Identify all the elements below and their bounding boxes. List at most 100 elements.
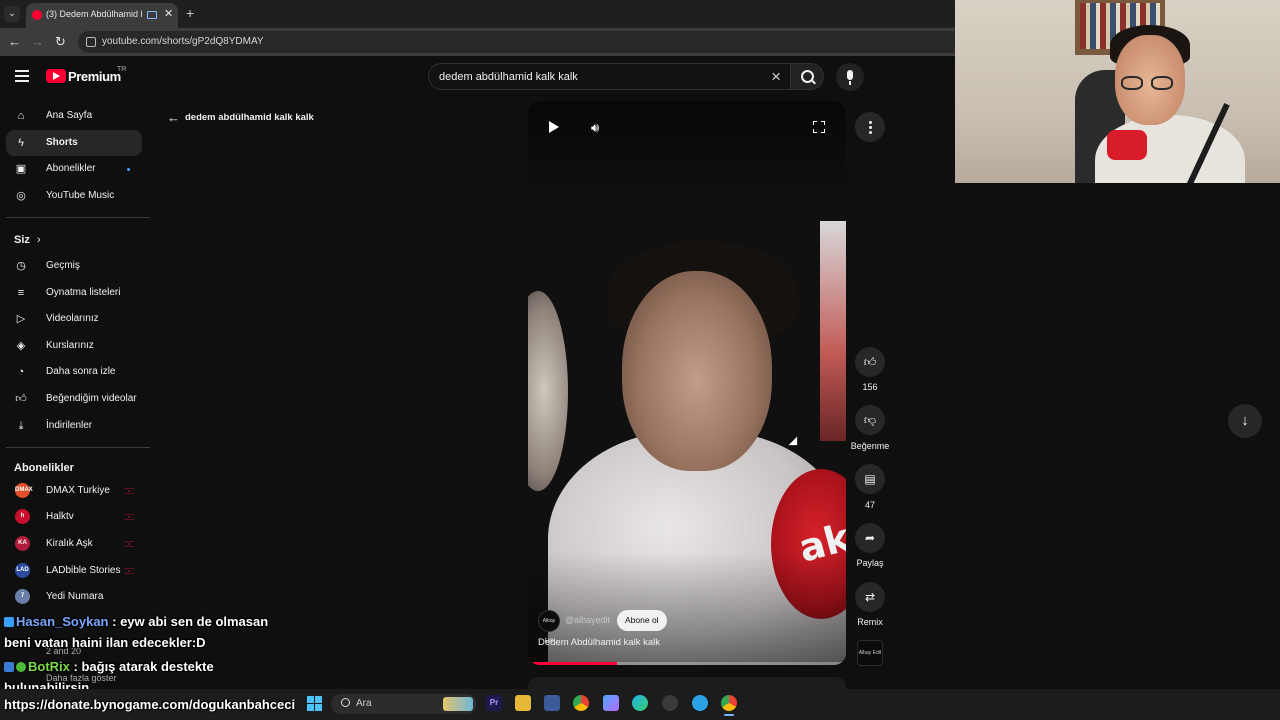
courses-icon: ◈ xyxy=(16,340,26,352)
next-video-arrow-icon[interactable]: ↓ xyxy=(1228,404,1262,438)
url-text: youtube.com/shorts/gP2dQ8YDMAY xyxy=(102,36,264,47)
sidebar-item-label: Yedi Numara xyxy=(46,591,104,602)
sidebar-item-subscription[interactable]: LAD LADbible Stories xyxy=(6,558,142,584)
dislike-button[interactable]: 👎︎ xyxy=(855,405,885,435)
sidebar-item-youtube-music[interactable]: ◎ YouTube Music xyxy=(6,183,142,209)
like-button[interactable]: 👍︎ xyxy=(855,347,885,377)
short-title[interactable]: Dedem Abdülhamid kalk kalk xyxy=(538,637,660,648)
youtube-logo-icon[interactable] xyxy=(46,69,66,83)
copilot-icon[interactable] xyxy=(603,695,619,711)
back-icon[interactable]: ← xyxy=(8,34,21,49)
sidebar-item-shorts[interactable]: ϟ Shorts xyxy=(6,130,142,156)
browser-tab[interactable]: (3) Dedem Abdülhamid kalk kalk ✕ xyxy=(26,3,178,28)
tab-media-icon[interactable] xyxy=(147,11,157,19)
sidebar-item-subscription[interactable]: KA Kiralık Aşk xyxy=(6,531,142,557)
voice-search-button[interactable] xyxy=(836,63,864,91)
search-input[interactable]: dedem abdülhamid kalk kalk × xyxy=(428,63,790,90)
downloads-icon: ⤓ xyxy=(18,420,24,432)
sidebar-item-label: Halktv xyxy=(46,511,74,522)
donate-url: https://donate.bynogame.com/dogukanbahce… xyxy=(4,697,296,712)
file-explorer-icon[interactable] xyxy=(515,695,531,711)
chrome-icon[interactable] xyxy=(573,695,589,711)
share-button[interactable]: ➦ xyxy=(855,523,885,553)
sidebar-item-downloads[interactable]: ⤓ İndirilenler xyxy=(6,413,142,439)
subscribe-button[interactable]: Abone ol xyxy=(617,610,667,631)
progress-bar[interactable] xyxy=(528,662,846,665)
sidebar-item-courses[interactable]: ◈ Kurslarınız xyxy=(6,333,142,359)
verified-badge-icon xyxy=(16,662,26,672)
new-tab-button[interactable]: + xyxy=(186,5,194,21)
shorts-query-title: dedem abdülhamid kalk kalk xyxy=(185,112,314,123)
clear-search-icon[interactable]: × xyxy=(771,67,781,87)
reload-icon[interactable]: ↻ xyxy=(55,34,66,50)
channel-avatar: DMAX xyxy=(15,483,33,498)
back-arrow-icon[interactable]: ← xyxy=(167,110,180,125)
youtube-favicon-icon xyxy=(32,10,42,20)
volume-icon[interactable]: 🔊︎ xyxy=(591,120,599,136)
sidebar-item-liked-videos[interactable]: 👍︎ Beğendiğim videolar xyxy=(6,386,142,412)
sidebar-item-subscriptions[interactable]: ▣ Abonelikler xyxy=(6,156,142,182)
sidebar-item-label: İndirilenler xyxy=(46,420,93,431)
chat-username: BotRix xyxy=(28,659,70,674)
subscriptions-icon: ▣ xyxy=(15,163,27,175)
premiere-pro-icon[interactable]: Pr xyxy=(486,695,502,711)
chat-badge-icon xyxy=(4,617,14,627)
tab-search-menu-icon[interactable]: ⌄ xyxy=(4,6,20,22)
brand-country: TR xyxy=(117,66,127,73)
tab-title: (3) Dedem Abdülhamid kalk kalk xyxy=(46,9,142,19)
sidebar-item-home[interactable]: ⌂ Ana Sayfa xyxy=(6,103,142,129)
telegram-icon[interactable] xyxy=(692,695,708,711)
tab-close-icon[interactable]: ✕ xyxy=(164,7,173,20)
live-icon xyxy=(124,541,134,547)
comments-button[interactable]: ▤ xyxy=(855,464,885,494)
channel-handle[interactable]: @albayedit xyxy=(565,615,610,625)
chrome-active-icon[interactable] xyxy=(721,695,737,711)
menu-icon[interactable] xyxy=(15,70,29,85)
new-content-dot xyxy=(127,168,130,171)
youtube-music-icon: ◎ xyxy=(16,190,26,202)
sidebar-item-label: DMAX Turkiye xyxy=(46,485,110,496)
play-icon[interactable] xyxy=(549,121,559,133)
bot-badge-icon xyxy=(4,662,14,672)
channel-avatar: h xyxy=(15,509,30,524)
taskbar-search-placeholder: Ara xyxy=(356,698,372,709)
you-section-title[interactable]: Siz xyxy=(14,234,30,246)
dislike-label: Beğenme xyxy=(850,441,890,451)
channel-avatar[interactable]: Albay Edit xyxy=(538,610,560,644)
next-short-preview[interactable] xyxy=(528,677,846,689)
watch-later-icon: ◔ xyxy=(17,366,25,378)
site-info-icon[interactable] xyxy=(86,37,96,47)
task-manager-icon[interactable] xyxy=(544,695,560,711)
sidebar-item-label: Ana Sayfa xyxy=(46,110,93,121)
progress-fill xyxy=(528,662,618,665)
sidebar-item-label: Abonelikler xyxy=(46,163,96,174)
sidebar-item-watch-later[interactable]: ◔ Daha sonra izle xyxy=(6,359,142,385)
sidebar-item-label: Kurslarınız xyxy=(46,340,94,351)
subscriptions-section-title: Abonelikler xyxy=(14,462,74,474)
forward-icon[interactable]: → xyxy=(31,34,44,49)
obs-icon[interactable] xyxy=(662,695,678,711)
more-options-button[interactable] xyxy=(855,112,885,142)
sidebar-item-your-videos[interactable]: ▷ Videolarınız xyxy=(6,306,142,332)
chat-message: Hasan_Soykan : eyw abi sen de olmasan xyxy=(4,614,268,629)
chat-message-continued: beni vatan haini ilan edecekler:D xyxy=(4,635,206,650)
remix-button[interactable]: ⇄ xyxy=(855,582,885,612)
chevron-right-icon[interactable]: › xyxy=(37,234,41,246)
your-videos-icon: ▷ xyxy=(16,313,26,325)
sidebar-item-history[interactable]: ◷ Geçmiş xyxy=(6,253,142,279)
search-button[interactable] xyxy=(790,63,824,90)
shorts-player[interactable]: ak 🔊︎ Albay Edit @albayedit Abone ol Ded… xyxy=(528,101,846,665)
sidebar-item-subscription[interactable]: DMAX DMAX Turkiye xyxy=(6,478,142,504)
sidebar-item-playlists[interactable]: ≡ Oynatma listeleri xyxy=(6,280,142,306)
sidebar-item-subscription[interactable]: 7 Yedi Numara xyxy=(6,584,142,610)
remix-label: Remix xyxy=(857,617,883,627)
windows-start-icon[interactable] xyxy=(307,696,323,712)
edge-icon[interactable] xyxy=(632,695,648,711)
brand-name[interactable]: Premium xyxy=(68,69,121,84)
taskbar-search[interactable]: Ara xyxy=(331,694,477,714)
sound-thumbnail[interactable]: Albay Edit xyxy=(857,640,883,666)
fullscreen-icon[interactable] xyxy=(813,121,825,133)
channel-avatar: 7 xyxy=(15,589,30,604)
sidebar-item-subscription[interactable]: h Halktv xyxy=(6,504,142,530)
sidebar-item-label: Daha sonra izle xyxy=(46,366,116,377)
